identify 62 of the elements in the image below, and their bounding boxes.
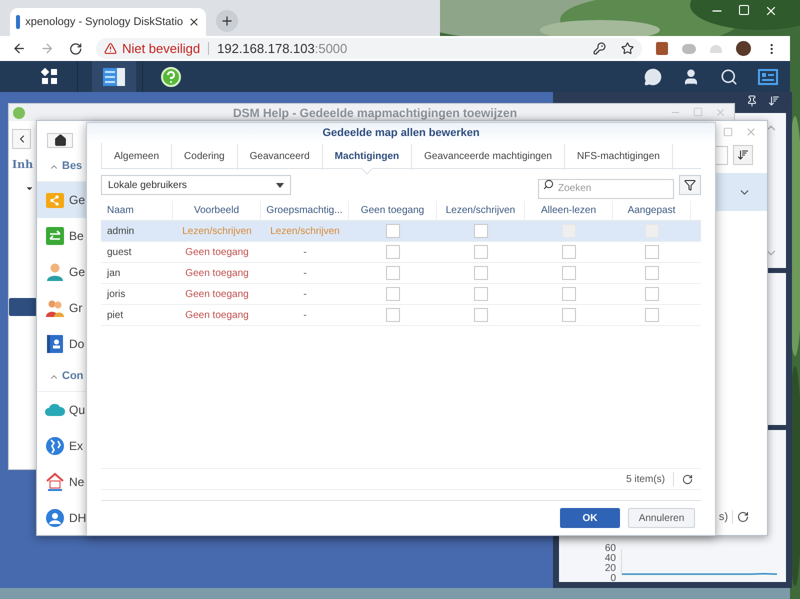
tab[interactable]: Codering xyxy=(172,144,238,170)
column-header[interactable]: Geen toegang xyxy=(349,201,437,220)
column-header[interactable]: Lezen/schrijven xyxy=(437,201,525,220)
section-title: Inh xyxy=(12,157,34,173)
axis-tick-label: 40 xyxy=(604,554,616,564)
column-header[interactable]: Aangepast xyxy=(613,201,691,220)
column-header[interactable]: Groepsmachtig... xyxy=(261,201,349,220)
user-name: piet xyxy=(106,308,124,322)
section-header: Con xyxy=(62,369,84,384)
tab[interactable]: Geavanceerd xyxy=(238,144,323,170)
sidebar-item[interactable]: Do xyxy=(37,326,89,362)
tab-title: xpenology - Synology DiskStatio xyxy=(25,14,183,30)
sidebar-item[interactable]: Ge xyxy=(37,254,89,290)
tab[interactable]: Geavanceerde machtigingen xyxy=(412,144,565,170)
group-permission: - xyxy=(302,266,308,280)
preview-permission: Geen toegang xyxy=(184,246,250,260)
user-name: admin xyxy=(106,224,136,238)
table-row[interactable]: guest Geen toegang - xyxy=(101,242,701,263)
user-name: jan xyxy=(106,266,122,280)
sidebar-item[interactable]: Gr xyxy=(37,290,89,326)
user-name: joris xyxy=(106,288,126,302)
group-permission: - xyxy=(302,246,308,260)
item-count: s) xyxy=(718,510,728,524)
column-header[interactable]: Alleen-lezen xyxy=(525,201,613,220)
browser-tab[interactable]: xpenology - Synology DiskStatio xyxy=(10,8,206,36)
axis-tick-label: 0 xyxy=(609,574,616,584)
table-row[interactable]: joris Geen toegang - xyxy=(101,284,701,305)
tab[interactable]: Algemeen xyxy=(102,144,172,170)
preview-permission: Lezen/schrijven xyxy=(181,224,253,238)
user-name: guest xyxy=(106,246,132,260)
preview-permission: Geen toegang xyxy=(184,266,250,280)
axis-tick-label: 60 xyxy=(604,544,616,554)
ok-button[interactable]: OK xyxy=(560,508,620,528)
dialog-title: Gedeelde map allen bewerken xyxy=(322,126,480,141)
column-header[interactable]: Naam xyxy=(101,201,173,220)
sidebar-item[interactable]: Ex xyxy=(37,428,89,464)
url-port: :5000 xyxy=(314,40,348,58)
sidebar-item[interactable]: Qu xyxy=(37,392,89,428)
group-permission: - xyxy=(302,288,308,302)
preview-permission: Geen toegang xyxy=(184,308,250,322)
section-header: Bes xyxy=(62,159,82,174)
column-header[interactable]: Voorbeeld xyxy=(173,201,261,220)
table-row[interactable]: admin Lezen/schrijven Lezen/schrijven xyxy=(101,221,701,242)
address-field[interactable]: Niet beveiligd 192.168.178.103:5000 xyxy=(96,38,642,59)
window-title: DSM Help - Gedeelde mapmachtigingen toewijzen xyxy=(233,104,518,122)
search-field[interactable]: Zoeken xyxy=(538,178,674,198)
table-row[interactable]: jan Geen toegang - xyxy=(101,263,701,284)
sidebar-item[interactable]: Ne xyxy=(37,464,89,500)
sidebar-item[interactable]: Ge xyxy=(37,182,89,218)
cancel-button[interactable]: Annuleren xyxy=(628,508,695,528)
item-count: 5 item(s) xyxy=(626,472,665,486)
preview-permission: Geen toegang xyxy=(184,288,250,302)
group-permission: - xyxy=(302,308,308,322)
tab[interactable]: NFS-machtigingen xyxy=(565,144,673,170)
user-type-dropdown[interactable]: Lokale gebruikers xyxy=(101,175,291,195)
sidebar-item[interactable]: DH xyxy=(37,500,89,535)
security-label: Niet beveiligd xyxy=(122,40,200,58)
sidebar-item[interactable]: Be xyxy=(37,218,89,254)
axis-tick-label: 20 xyxy=(604,564,616,574)
group-permission: Lezen/schrijven xyxy=(269,224,341,238)
table-row[interactable]: piet Geen toegang - xyxy=(101,305,701,326)
url-host: 192.168.178.103 xyxy=(217,40,315,58)
